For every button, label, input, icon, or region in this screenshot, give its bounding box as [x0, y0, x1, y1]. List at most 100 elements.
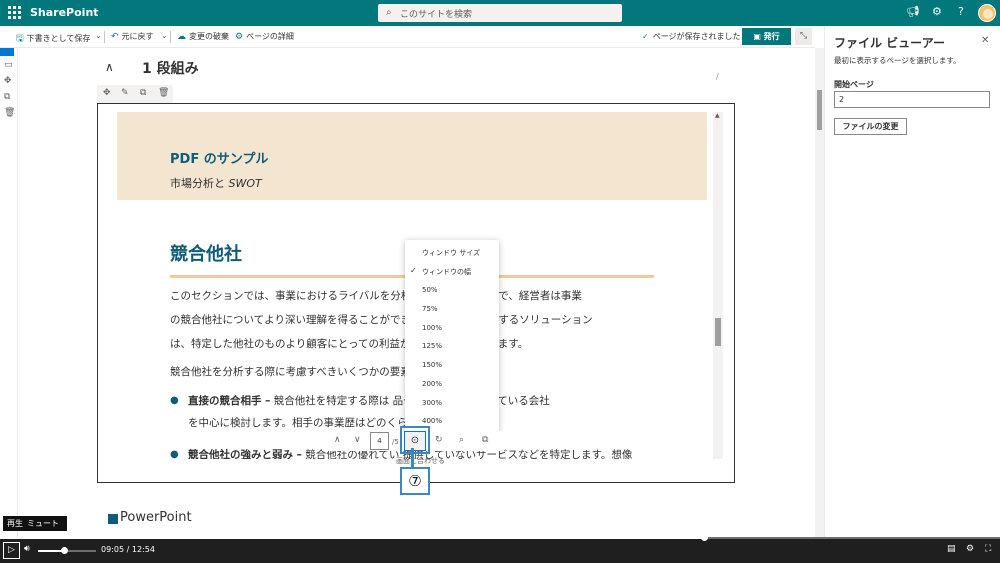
player-tooltip: 再生 ミュート — [3, 516, 67, 531]
delete-icon[interactable]: 🗑︎ — [158, 88, 169, 98]
duplicate-icon[interactable]: ⧉ — [4, 92, 10, 102]
pdf-subtitle-italic: SWOT — [228, 177, 262, 190]
gear-icon: ⚙ — [235, 32, 244, 42]
comment-icon[interactable]: ▭ — [4, 60, 13, 70]
zoom-option[interactable]: 75% — [422, 305, 438, 313]
current-time: 09:05 — [101, 545, 125, 554]
chevron-down-icon[interactable]: ⌄ — [95, 31, 102, 40]
zoom-option-selected[interactable]: ウィンドウの幅 — [422, 267, 471, 277]
page-details-label: ページの詳細 — [246, 32, 294, 41]
pdf-bullet-line: を中心に検討します。相手の事業歴はどのくらい — [188, 417, 418, 429]
tooltip-mute: ミュート — [27, 519, 59, 528]
zoom-option[interactable]: 200% — [422, 380, 442, 388]
volume-knob[interactable] — [61, 547, 69, 554]
previous-page-icon[interactable]: ∧ — [334, 435, 341, 445]
next-page-icon[interactable]: ∨ — [354, 435, 361, 445]
settings-icon[interactable]: ⚙ — [966, 544, 974, 554]
webpart-toolbar: ✥ ✎ ⧉ 🗑︎ — [97, 85, 173, 103]
volume-icon[interactable]: 🔊︎ — [24, 544, 30, 554]
avatar[interactable] — [978, 4, 996, 22]
start-page-label: 開始ページ — [834, 80, 874, 89]
search-icon: ⌕ — [386, 7, 392, 18]
captions-icon[interactable]: ▤ — [947, 544, 956, 554]
search-input[interactable]: ⌕ このサイトを検索 — [378, 4, 622, 22]
undo-button[interactable]: ↶ 元に戻す — [111, 31, 154, 42]
move-icon[interactable]: ✥ — [103, 88, 111, 98]
page-details-button[interactable]: ⚙ ページの詳細 — [235, 31, 294, 42]
zoom-option[interactable]: 400% — [422, 417, 442, 425]
next-section-label: PowerPoint — [120, 510, 192, 525]
pdf-scrollbar-thumb[interactable] — [715, 318, 721, 346]
tooltip-play: 再生 — [7, 519, 23, 528]
pdf-bullet-bold: 競合他社の強みと弱み – — [188, 449, 302, 459]
app-brand[interactable]: SharePoint — [30, 6, 99, 19]
search-icon[interactable]: ⌕ — [459, 435, 464, 445]
move-icon[interactable]: ✥ — [4, 76, 12, 86]
collapse-icon[interactable]: ⤡ — [795, 28, 812, 45]
search-placeholder: このサイトを検索 — [400, 10, 473, 20]
zoom-option[interactable]: ウィンドウ サイズ — [422, 248, 480, 258]
publish-label: 発行 — [763, 32, 780, 41]
undo-label: 元に戻す — [121, 32, 154, 41]
pane-description: 最初に表示するページを選択します。 — [834, 56, 961, 65]
zoom-option[interactable]: 50% — [422, 286, 438, 294]
undo-icon: ↶ — [111, 32, 119, 42]
resize-handle-icon[interactable]: ∕ — [716, 72, 719, 81]
rotate-icon[interactable]: ↻ — [435, 435, 443, 445]
discard-label: 変更の破棄 — [189, 32, 229, 41]
book-icon: ▣ — [753, 32, 761, 41]
save-draft-button[interactable]: 🖫︎ 下書きとして保存 — [16, 31, 90, 47]
pdf-scrollbar[interactable]: ▲ — [713, 112, 723, 459]
collapse-section-icon[interactable]: ∧ — [105, 60, 114, 74]
zoom-option[interactable]: 100% — [422, 324, 442, 332]
bullet-icon: ● — [170, 395, 179, 406]
page-scrollbar-thumb[interactable] — [817, 90, 822, 130]
play-icon: ▷ — [8, 545, 15, 555]
step-callout: ⑦ — [400, 467, 430, 495]
start-page-input[interactable]: 2 — [834, 91, 990, 108]
zoom-menu: ウィンドウ サイズ ✓ ウィンドウの幅 50% 75% 100% 125% 15… — [405, 240, 499, 432]
bullet-icon: ● — [170, 449, 179, 459]
pdf-paragraph: 競合他社を分析する際に考慮すべきいくつかの要素 — [170, 366, 411, 378]
duplicate-icon[interactable]: ⧉ — [140, 88, 146, 98]
suite-bar: SharePoint ⌕ このサイトを検索 📢︎ ⚙ ? — [0, 0, 1000, 26]
command-bar: 🖫︎ 下書きとして保存 ⌄ ↶ 元に戻す ⌄ ☁ 変更の破棄 ⚙ ページの詳細 ✓ ページ… — [0, 26, 815, 48]
fullscreen-icon[interactable]: ⛶ — [985, 544, 991, 554]
megaphone-icon[interactable]: 📢︎ — [906, 5, 920, 18]
page-scrollbar[interactable] — [815, 48, 824, 538]
duration: 12:54 — [131, 545, 155, 554]
pdf-subtitle-prefix: 市場分析と — [170, 177, 229, 190]
gear-icon[interactable]: ⚙ — [932, 5, 942, 18]
pdf-heading: 競合他社 — [170, 244, 242, 265]
section-title: 1 段組み — [142, 61, 199, 77]
add-section-indicator[interactable] — [0, 48, 14, 56]
publish-button[interactable]: ▣ 発行 — [742, 28, 791, 45]
chevron-down-icon[interactable]: ⌄ — [161, 31, 168, 40]
square-bullet-icon — [108, 514, 118, 524]
scroll-up-icon[interactable]: ▲ — [715, 112, 720, 119]
app-launcher-icon[interactable] — [8, 6, 22, 20]
zoom-tooltip: 画面に合わせる — [396, 457, 445, 465]
close-icon[interactable]: ✕ — [981, 35, 989, 46]
change-file-button[interactable]: ファイルの変更 — [834, 118, 907, 135]
help-icon[interactable]: ? — [958, 5, 964, 18]
playback-time: 09:05 / 12:54 — [101, 545, 155, 554]
zoom-option[interactable]: 300% — [422, 399, 442, 407]
divider — [170, 31, 171, 43]
checkmark-icon: ✓ — [410, 266, 417, 275]
save-status-text: ページが保存されました — [652, 32, 741, 41]
delete-icon[interactable]: 🗑︎ — [4, 108, 15, 118]
discard-changes-button[interactable]: ☁ 変更の破棄 — [177, 31, 229, 42]
play-button[interactable]: ▷ — [3, 542, 20, 559]
save-icon: 🖫︎ — [16, 34, 24, 44]
save-draft-label: 下書きとして保存 — [26, 34, 91, 43]
fullscreen-icon[interactable]: ⧉ — [482, 435, 488, 445]
page-number-input[interactable]: 4 — [370, 432, 389, 450]
pane-title: ファイル ビューアー — [834, 36, 945, 50]
progress-scrubber[interactable] — [701, 534, 708, 541]
save-status: ✓ ページが保存されました — [642, 31, 741, 42]
zoom-option[interactable]: 150% — [422, 361, 442, 369]
edit-icon[interactable]: ✎ — [121, 88, 129, 98]
zoom-option[interactable]: 125% — [422, 342, 442, 350]
video-player-bar: ▷ 🔊︎ 09:05 / 12:54 ▤ ⚙ ⛶ — [0, 534, 1000, 563]
